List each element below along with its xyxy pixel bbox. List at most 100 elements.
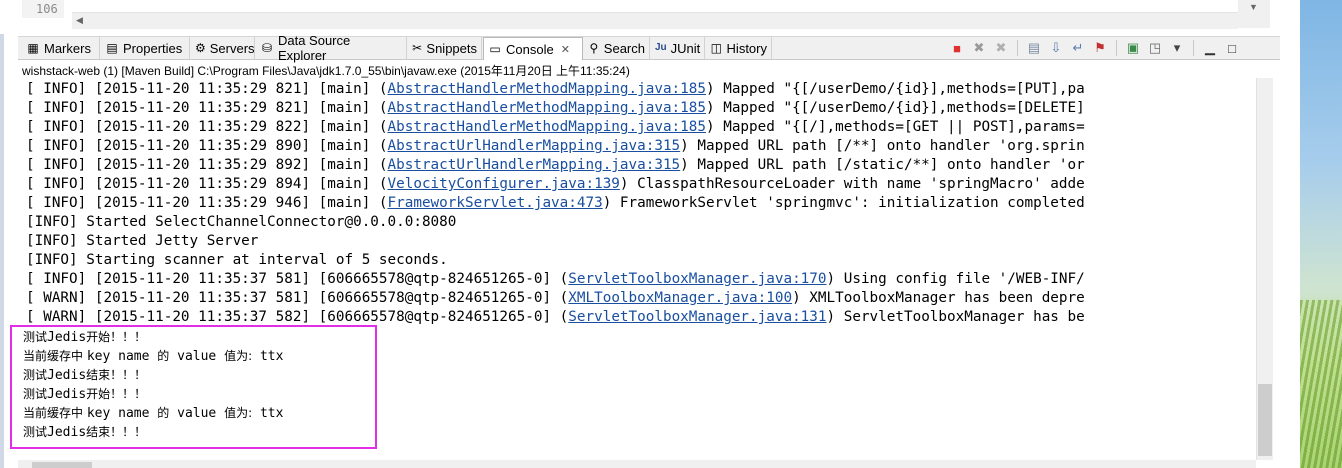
tab-label: Search xyxy=(603,40,645,56)
log-text: [INFO] Started SelectChannelConnector@0.… xyxy=(26,214,457,230)
remove-launch-icon[interactable]: ✖ xyxy=(970,39,988,57)
log-text: ) Mapped URL path [/static/**] onto hand… xyxy=(680,157,1085,173)
log-text: [ INFO] [2015-11-20 11:35:29 821] [main]… xyxy=(26,81,388,97)
console-line: [ INFO] [2015-11-20 11:35:29 894] [main]… xyxy=(26,175,1085,194)
pin-console-icon[interactable]: ⚑ xyxy=(1091,39,1109,57)
minimize-icon[interactable]: ▁ xyxy=(1201,39,1219,57)
log-text: [ INFO] [2015-11-20 11:35:29 890] [main]… xyxy=(26,138,388,154)
terminate-icon[interactable]: ■ xyxy=(948,39,966,57)
source-link[interactable]: FrameworkServlet.java:473 xyxy=(388,195,603,211)
console-toolbar: ■ ✖ ✖ ▤ ⇩ ↵ ⚑ ▣ ◳ ▾ ▁ □ xyxy=(948,38,1241,58)
markers-icon: ▦ xyxy=(27,41,39,55)
console-line: [ INFO] [2015-11-20 11:35:29 822] [main]… xyxy=(26,118,1085,137)
tab-data-source-explorer[interactable]: ⛁ Data Source Explorer xyxy=(256,33,407,63)
log-text: [ INFO] [2015-11-20 11:35:29 894] [main]… xyxy=(26,176,388,192)
log-text: ) Using config file '/WEB-INF/ xyxy=(826,271,1085,287)
tab-console[interactable]: ▭ Console ✕ xyxy=(483,37,583,60)
source-link[interactable]: XMLToolboxManager.java:100 xyxy=(568,290,792,306)
clear-console-icon[interactable]: ▤ xyxy=(1025,39,1043,57)
source-link[interactable]: AbstractHandlerMethodMapping.java:185 xyxy=(388,119,706,135)
search-icon: ⚲ xyxy=(589,41,599,55)
log-text: [INFO] Starting scanner at interval of 5… xyxy=(26,252,448,268)
toolbar-separator xyxy=(1193,40,1194,56)
log-text: ) Mapped "{[/userDemo/{id}],methods=[PUT… xyxy=(706,81,1085,97)
source-link[interactable]: VelocityConfigurer.java:139 xyxy=(388,176,620,192)
log-text: [ INFO] [2015-11-20 11:35:29 821] [main]… xyxy=(26,100,388,116)
tab-snippets[interactable]: ✂ Snippets xyxy=(408,37,482,59)
tab-label: Servers xyxy=(209,40,255,56)
console-line: [INFO] Started Jetty Server xyxy=(26,232,258,251)
console-vertical-scrollbar[interactable] xyxy=(1256,78,1273,460)
close-icon[interactable]: ✕ xyxy=(561,43,570,56)
log-text: [ INFO] [2015-11-20 11:35:37 581] [60666… xyxy=(26,271,569,287)
editor-horizontal-scrollbar[interactable]: ◀ xyxy=(72,12,1238,29)
tab-junit[interactable]: Ju JUnit xyxy=(651,37,705,59)
console-icon: ▭ xyxy=(489,42,501,56)
log-text: [ INFO] [2015-11-20 11:35:29 892] [main]… xyxy=(26,157,388,173)
toolbar-separator xyxy=(1116,40,1117,56)
grass-decoration xyxy=(1300,300,1342,468)
scroll-left-icon[interactable]: ◀ xyxy=(76,15,83,25)
remove-all-terminated-icon[interactable]: ✖ xyxy=(992,39,1010,57)
display-selected-console-icon[interactable]: ▣ xyxy=(1124,39,1142,57)
scrollbar-thumb[interactable] xyxy=(1258,384,1272,456)
console-line: [ INFO] [2015-11-20 11:35:29 946] [main]… xyxy=(26,194,1085,213)
tab-servers[interactable]: ⚙ Servers xyxy=(191,37,255,59)
source-link[interactable]: AbstractHandlerMethodMapping.java:185 xyxy=(388,100,706,116)
history-icon: ◫ xyxy=(710,41,722,55)
log-text: ) ClasspathResourceLoader with name 'spr… xyxy=(619,176,1085,192)
log-text: ) Mapped "{[/userDemo/{id}],methods=[DEL… xyxy=(706,100,1085,116)
maximize-icon[interactable]: □ xyxy=(1223,39,1241,57)
log-text: [ INFO] [2015-11-20 11:35:29 946] [main]… xyxy=(26,195,388,211)
snippets-icon: ✂ xyxy=(412,41,423,55)
console-line: [ INFO] [2015-11-20 11:35:29 892] [main]… xyxy=(26,156,1085,175)
tab-label: Snippets xyxy=(426,40,477,56)
word-wrap-icon[interactable]: ↵ xyxy=(1069,39,1087,57)
log-text: ) ServletToolboxManager has be xyxy=(826,309,1085,325)
scroll-down-icon[interactable]: ▼ xyxy=(1249,2,1258,12)
launch-title: wishstack-web (1) [Maven Build] C:\Progr… xyxy=(22,64,630,78)
tab-label: Data Source Explorer xyxy=(277,33,351,63)
log-text: ) FrameworkServlet 'springmvc': initiali… xyxy=(602,195,1085,211)
open-console-icon[interactable]: ◳ xyxy=(1146,39,1164,57)
log-text: ) Mapped "{[/],methods=[GET || POST],par… xyxy=(706,119,1085,135)
desktop-background xyxy=(1300,0,1342,468)
source-link[interactable]: AbstractUrlHandlerMapping.java:315 xyxy=(388,157,681,173)
console-line: [ INFO] [2015-11-20 11:35:29 890] [main]… xyxy=(26,137,1085,156)
source-link[interactable]: ServletToolboxManager.java:131 xyxy=(568,309,826,325)
console-line: [ WARN] [2015-11-20 11:35:37 581] [60666… xyxy=(26,289,1085,308)
source-link[interactable]: AbstractHandlerMethodMapping.java:185 xyxy=(388,81,706,97)
log-text: [ INFO] [2015-11-20 11:35:29 822] [main]… xyxy=(26,119,388,135)
tab-label: Markers xyxy=(44,40,91,56)
scroll-lock-icon[interactable]: ⇩ xyxy=(1047,39,1065,57)
servers-icon: ⚙ xyxy=(195,41,206,55)
tab-label: History xyxy=(726,40,767,56)
editor-area[interactable]: 106 ◀ ▼ xyxy=(0,0,1300,34)
console-line: [INFO] Starting scanner at interval of 5… xyxy=(26,251,448,270)
scrollbar-thumb[interactable] xyxy=(32,462,92,468)
data-source-icon: ⛁ xyxy=(261,41,273,55)
tab-properties[interactable]: ▤ Properties xyxy=(101,37,190,59)
source-link[interactable]: AbstractUrlHandlerMapping.java:315 xyxy=(388,138,681,154)
window-left-border xyxy=(0,0,4,468)
log-text: [ WARN] [2015-11-20 11:35:37 582] [60666… xyxy=(26,309,569,325)
tab-label: JUnit xyxy=(670,40,701,56)
source-link[interactable]: ServletToolboxManager.java:170 xyxy=(568,271,826,287)
tab-markers[interactable]: ▦ Markers xyxy=(22,37,100,59)
tab-search[interactable]: ⚲ Search xyxy=(584,37,650,59)
console-line: [ INFO] [2015-11-20 11:35:29 821] [main]… xyxy=(26,99,1085,118)
log-text: ) XMLToolboxManager has been depre xyxy=(792,290,1085,306)
console-line: [INFO] Started SelectChannelConnector@0.… xyxy=(26,213,456,232)
editor-vertical-scrollbar[interactable]: ▼ xyxy=(1238,0,1270,28)
log-text: [ WARN] [2015-11-20 11:35:37 581] [60666… xyxy=(26,290,569,306)
toolbar-separator xyxy=(1017,40,1018,56)
console-line: [ INFO] [2015-11-20 11:35:29 821] [main]… xyxy=(26,80,1085,99)
properties-icon: ▤ xyxy=(106,41,118,55)
tab-label: Console xyxy=(506,41,554,57)
console-horizontal-scrollbar[interactable] xyxy=(18,460,1256,468)
view-menu-icon[interactable]: ▾ xyxy=(1168,39,1186,57)
tab-history[interactable]: ◫ History xyxy=(706,37,772,59)
highlight-annotation-box xyxy=(10,325,377,449)
log-text: [INFO] Started Jetty Server xyxy=(26,233,259,249)
line-number: 106 xyxy=(22,0,64,18)
